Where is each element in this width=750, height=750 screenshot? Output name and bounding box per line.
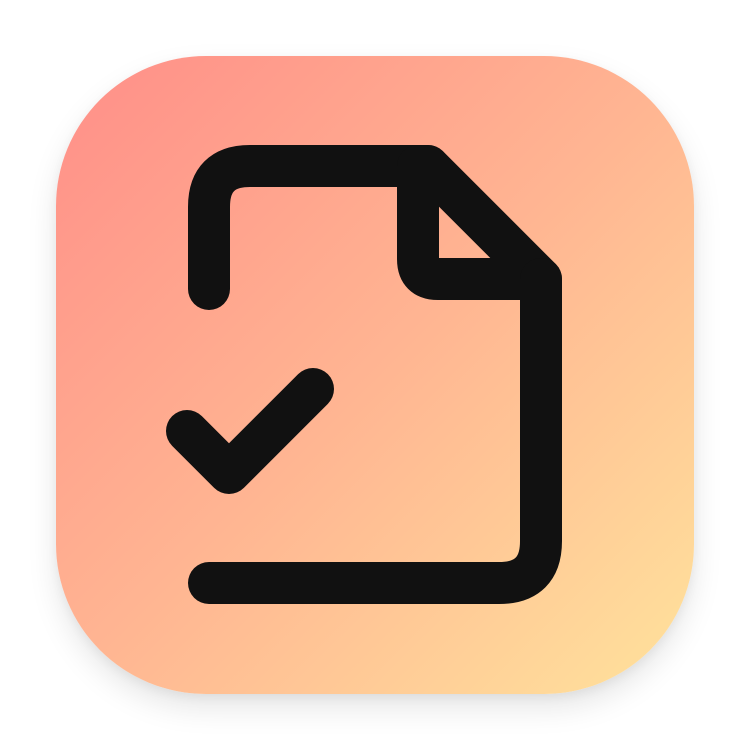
check-mark (166, 368, 334, 494)
icon-canvas (0, 0, 750, 750)
file-check-icon (166, 145, 562, 604)
document-top-left-edge (188, 145, 449, 310)
document-fold-corner (397, 145, 562, 300)
